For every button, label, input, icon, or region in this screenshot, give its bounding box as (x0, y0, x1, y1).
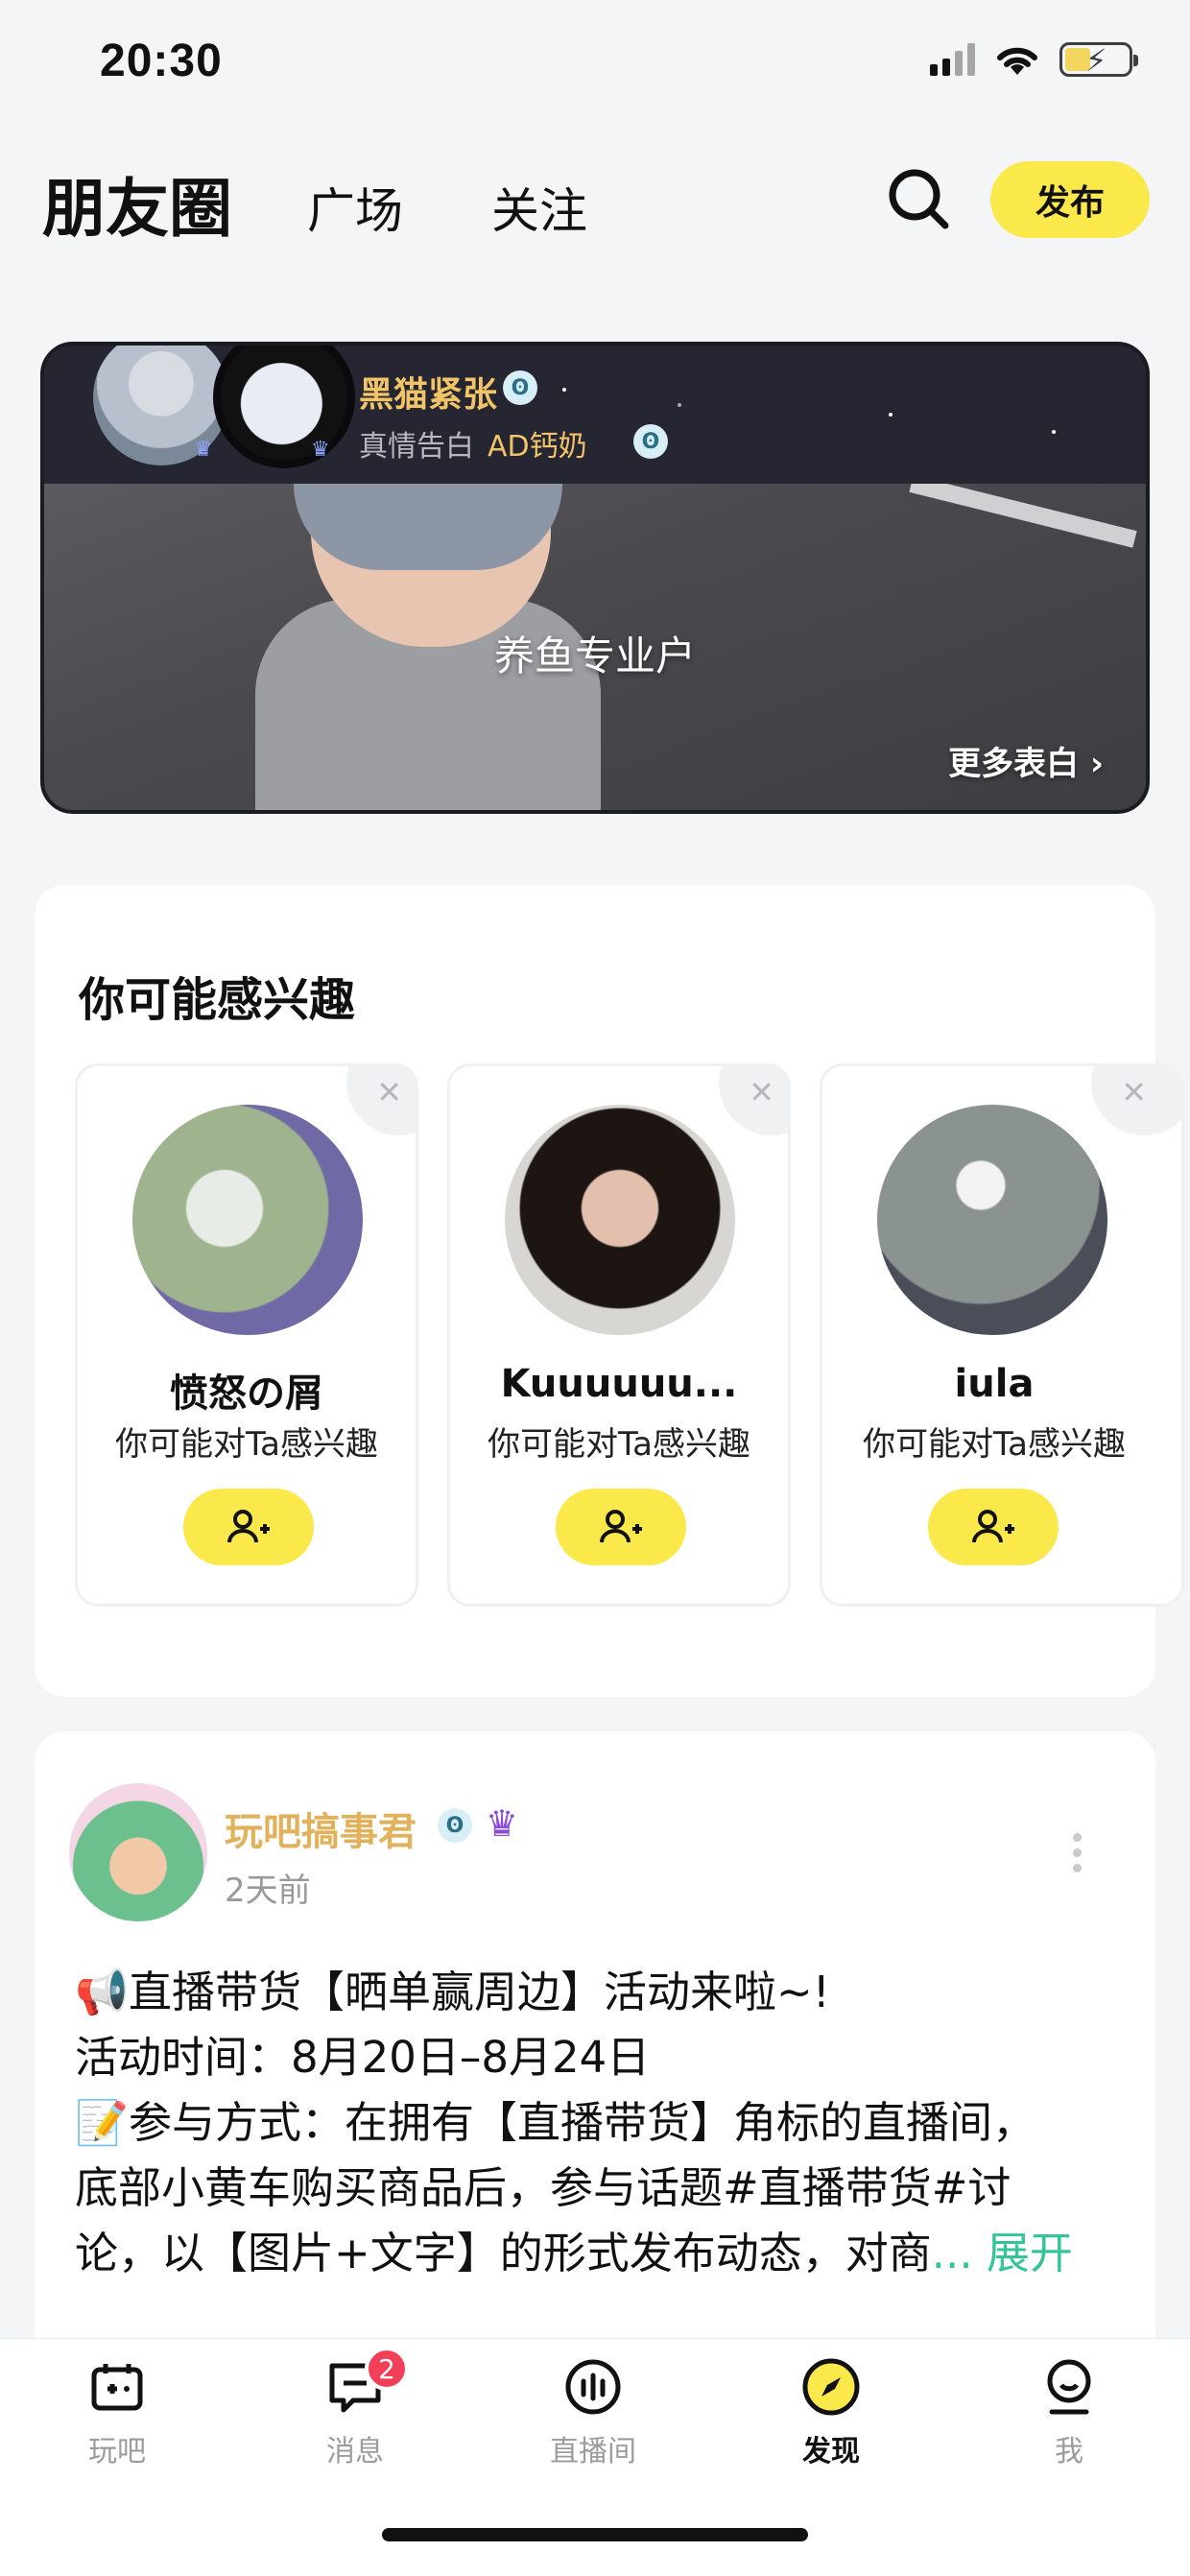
post-time: 2天前 (225, 1872, 311, 1910)
verified-badge-icon: ʘ (438, 1808, 472, 1843)
more-confessions-link[interactable]: 更多表白 › (948, 737, 1104, 784)
message-count-badge: 2 (365, 2347, 409, 2391)
publish-button[interactable]: 发布 (990, 161, 1150, 238)
cellular-signal-icon (930, 43, 975, 76)
crown-badge-icon: ♛ (486, 1802, 519, 1845)
post-line: 📢直播带货【晒单赢周边】活动来啦~! (75, 1967, 830, 2017)
tab-following[interactable]: 关注 (491, 173, 587, 242)
tab-discover[interactable]: 发现 (754, 2356, 908, 2469)
user-name[interactable]: Kuuuuuu... (450, 1362, 788, 1406)
tab-messages[interactable]: 2 消息 (278, 2347, 432, 2469)
receiver-avatar[interactable] (213, 346, 355, 468)
confession-label: 真情告白 (359, 430, 474, 464)
discover-icon (802, 2358, 860, 2416)
recommend-item[interactable]: ✕ Kuuuuuu... 你可能对Ta感兴趣 (447, 1063, 791, 1607)
tab-live-room[interactable]: 直播间 (516, 2356, 670, 2469)
add-friend-button[interactable] (183, 1489, 314, 1565)
tab-me[interactable]: 我 (992, 2356, 1146, 2469)
sender-name[interactable]: 黑猫紧张 (359, 367, 497, 417)
add-user-icon (972, 1510, 1014, 1543)
banner-caption: 养鱼专业户 (493, 632, 696, 680)
post-line: 论，以【图片+文字】的形式发布动态，对商 (75, 2228, 932, 2278)
receiver-name[interactable]: AD钙奶 (488, 422, 587, 465)
game-icon (91, 2364, 143, 2411)
status-bar: 20:30 ⚡ (0, 0, 1190, 134)
page-title: 朋友圈 (42, 172, 232, 246)
wifi-icon (997, 47, 1037, 75)
verified-badge-icon: ʘ (503, 370, 537, 405)
tab-play[interactable]: 玩吧 (40, 2356, 194, 2469)
profile-icon (1047, 2359, 1091, 2415)
status-icons: ⚡ (930, 40, 1138, 79)
more-options-icon[interactable] (1073, 1833, 1082, 1872)
post-line: 底部小黄车购买商品后，参与话题#直播带货#讨 (75, 2162, 1012, 2213)
recommend-title: 你可能感兴趣 (79, 973, 356, 1027)
battery-icon: ⚡ (1059, 42, 1138, 78)
user-avatar[interactable] (132, 1105, 363, 1335)
author-avatar[interactable] (69, 1783, 207, 1921)
author-name[interactable]: 玩吧搞事君 (225, 1801, 416, 1856)
verified-badge-icon: ʘ (633, 424, 668, 459)
top-header: 朋友圈 广场 关注 发布 (0, 144, 1190, 259)
post-line: 📝参与方式：在拥有【直播带货】角标的直播间， (75, 2097, 1036, 2148)
crown-badge-icon: ♛ (194, 438, 213, 462)
close-icon[interactable]: ✕ (749, 1074, 774, 1110)
user-name[interactable]: iula (822, 1362, 1166, 1406)
live-icon (565, 2359, 621, 2415)
user-avatar[interactable] (505, 1105, 735, 1335)
post-content[interactable]: 📢直播带货【晒单赢周边】活动来啦~! 活动时间：8月20日–8月24日 📝参与方… (75, 1960, 1130, 2286)
home-indicator[interactable] (382, 2528, 808, 2541)
add-user-icon (227, 1510, 270, 1543)
add-user-icon (600, 1510, 642, 1543)
recommend-card: 你可能感兴趣 ✕ 愤怒の屑 你可能对Ta感兴趣 ✕ Kuuuuuu... 你可能… (35, 885, 1184, 1697)
post-line: 活动时间：8月20日–8月24日 (75, 2032, 651, 2083)
tab-square[interactable]: 广场 (307, 173, 403, 242)
expand-link[interactable]: ... 展开 (932, 2228, 1073, 2278)
user-hint: 你可能对Ta感兴趣 (115, 1425, 378, 1464)
confession-banner[interactable]: ♛ ♛ 黑猫紧张 ʘ 真情告白 AD钙奶 ʘ 养鱼专业户 更多表白 › (40, 342, 1150, 814)
status-time: 20:30 (100, 36, 223, 86)
close-icon[interactable]: ✕ (1121, 1074, 1147, 1110)
search-icon[interactable] (885, 165, 952, 232)
user-hint: 你可能对Ta感兴趣 (863, 1425, 1126, 1464)
crown-badge-icon: ♛ (311, 438, 330, 462)
add-friend-button[interactable] (556, 1489, 686, 1565)
recommend-item[interactable]: ✕ iula 你可能对Ta感兴趣 (820, 1063, 1184, 1607)
add-friend-button[interactable] (928, 1489, 1059, 1565)
user-avatar[interactable] (877, 1105, 1107, 1335)
user-name[interactable]: 愤怒の屑 (78, 1362, 416, 1418)
user-hint: 你可能对Ta感兴趣 (488, 1425, 750, 1464)
recommend-item[interactable]: ✕ 愤怒の屑 你可能对Ta感兴趣 (75, 1063, 418, 1607)
close-icon[interactable]: ✕ (376, 1074, 402, 1110)
feed-post: 玩吧搞事君 ʘ ♛ 2天前 📢直播带货【晒单赢周边】活动来啦~! 活动时间：8月… (35, 1731, 1155, 2403)
